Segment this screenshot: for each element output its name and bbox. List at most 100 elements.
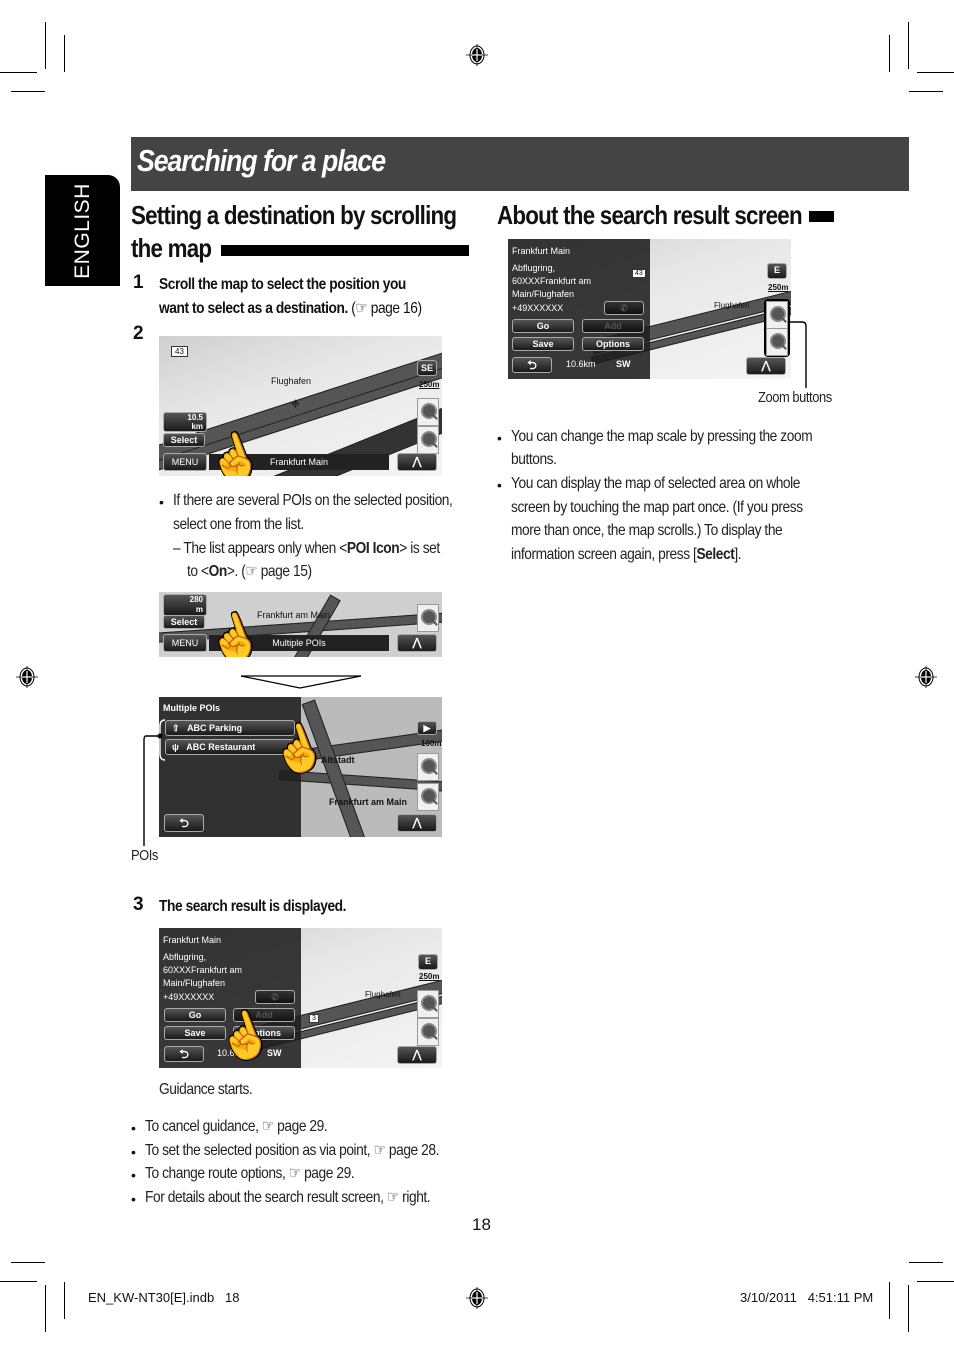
distance-unit: km	[191, 422, 203, 431]
result-address: 60XXXFrankfurt am	[163, 965, 243, 975]
zoom-out-button[interactable]	[417, 1018, 439, 1046]
step1-bold: want to select as a destination.	[159, 300, 348, 317]
result-name: Frankfurt Main	[163, 935, 222, 945]
bullet-dot: •	[159, 494, 164, 510]
crop-mark	[45, 22, 46, 69]
menu-button[interactable]: MENU	[163, 453, 207, 471]
compass-button[interactable]: E	[767, 263, 787, 279]
forward-button[interactable]: ▶	[417, 721, 437, 735]
note-item: To set the selected position as via poin…	[145, 1142, 439, 1159]
registration-mark-icon	[466, 44, 488, 66]
text: > is set	[399, 540, 440, 557]
crop-mark	[908, 1285, 909, 1332]
distance-value: 10.6km	[566, 359, 596, 369]
options-button[interactable]: Options	[582, 337, 644, 351]
nav-screen-search-result: Frankfurt Main Abflugring, 60XXXFrankfur…	[159, 928, 442, 1068]
map-place-label: Flughafen	[365, 990, 401, 999]
parking-icon: ⇧	[172, 723, 180, 733]
text-bold: On	[208, 563, 228, 580]
back-button[interactable]: ⮌	[164, 1046, 204, 1062]
crop-mark	[917, 1281, 954, 1282]
road-badge: 43	[171, 346, 188, 357]
crop-mark	[917, 72, 954, 73]
zoom-out-button[interactable]	[417, 604, 439, 632]
footer-timestamp: 3/10/2011 4:51:11 PM	[740, 1290, 874, 1305]
left-heading-line1: Setting a destination by scrolling	[131, 200, 457, 230]
bullet-dot: •	[131, 1167, 136, 1183]
result-address: Abflugring,	[512, 263, 556, 273]
bullet-text: buttons.	[511, 451, 557, 468]
navigation-button[interactable]: ⋀	[746, 357, 786, 375]
text-bold: Select	[696, 546, 735, 563]
add-button[interactable]: Add	[582, 319, 644, 333]
call-button[interactable]: ✆	[604, 301, 644, 315]
text-bold: POI Icon	[346, 540, 400, 557]
distance-indicator: 280 m	[163, 594, 207, 616]
right-heading: About the search result screen	[497, 200, 803, 230]
distance-unit: m	[195, 605, 203, 614]
section-title-bar: Searching for a place	[131, 137, 909, 191]
zoom-out-button[interactable]	[766, 328, 788, 356]
save-button[interactable]: Save	[512, 337, 574, 351]
step-number: 2	[133, 323, 144, 344]
crop-mark	[909, 1262, 943, 1263]
result-address: Main/Flughafen	[512, 289, 575, 299]
zoom-in-button[interactable]	[417, 398, 439, 426]
crop-mark	[889, 35, 890, 72]
back-button[interactable]: ⮌	[512, 357, 552, 373]
direction-value: SW	[616, 359, 631, 369]
map-scale: 250m	[419, 972, 440, 981]
heading-rule	[809, 211, 834, 222]
bullet-text: You can change the map scale by pressing…	[511, 428, 813, 445]
section-title: Searching for a place	[137, 143, 386, 178]
zoom-buttons-callout-label: Zoom buttons	[758, 389, 832, 406]
zoom-in-button[interactable]	[417, 990, 439, 1018]
result-address: Main/Flughafen	[163, 978, 226, 988]
navigation-button[interactable]: ⋀	[397, 814, 437, 832]
result-name: Frankfurt Main	[512, 246, 571, 256]
distance-value: 280	[189, 595, 203, 604]
navigation-button[interactable]: ⋀	[397, 453, 437, 471]
bullet-dot: •	[497, 477, 502, 493]
text: information screen again, press [	[511, 546, 697, 563]
bullet-text: You can display the map of selected area…	[511, 475, 801, 492]
nav-screen-multiple-pois: 280 m Select Frankfurt am Main MENU Multi…	[159, 592, 442, 657]
distance-indicator: 10.5 km	[163, 412, 207, 432]
registration-mark-icon	[915, 666, 937, 688]
select-button[interactable]: Select	[163, 433, 205, 447]
crop-mark	[45, 1285, 46, 1332]
menu-button[interactable]: MENU	[163, 634, 207, 652]
bullet-dot: •	[497, 430, 502, 446]
zoom-out-button[interactable]	[417, 783, 439, 811]
result-phone: +49XXXXXX	[512, 303, 564, 313]
zoom-in-button[interactable]	[766, 301, 788, 329]
map-place-label: Flughafen	[271, 376, 312, 386]
note-item: For details about the search result scre…	[145, 1189, 431, 1206]
crop-mark	[0, 1281, 37, 1282]
bullet-text: screen by touching the map part once. (I…	[511, 499, 803, 516]
go-button[interactable]: Go	[512, 319, 574, 333]
page-ref-link[interactable]: >. (☞ page 15)	[227, 563, 312, 580]
zoom-out-button[interactable]	[417, 426, 439, 454]
page-ref-link[interactable]: (☞ page 16)	[348, 300, 422, 317]
registration-mark-icon	[16, 666, 38, 688]
crop-mark	[64, 35, 65, 72]
crop-mark	[889, 1282, 890, 1319]
navigation-button[interactable]: ⋀	[397, 1046, 437, 1064]
map-place-label: Frankfurt am Main	[329, 797, 408, 807]
poi-list-header: Multiple POIs	[163, 703, 221, 713]
note-item: To change route options, ☞ page 29.	[145, 1165, 355, 1182]
bullet-text: If there are several POIs on the selecte…	[173, 492, 453, 509]
zoom-in-button[interactable]	[417, 753, 439, 781]
compass-button[interactable]: SE	[417, 360, 437, 376]
bullet-text: select one from the list.	[173, 516, 304, 533]
footer-file: EN_KW-NT30[E].indb 18	[88, 1290, 240, 1305]
registration-mark-icon	[466, 1287, 488, 1309]
text: – The list appears only when <	[173, 540, 347, 557]
compass-button[interactable]: E	[418, 954, 438, 970]
navigation-button[interactable]: ⋀	[397, 634, 437, 652]
step1-text-line2: want to select as a destination. (☞ page…	[159, 297, 422, 321]
back-button[interactable]: ⮌	[164, 814, 204, 832]
nav-screen-poi-list: Multiple POIs ⇧ ABC Parking ψ ABC Restau…	[159, 697, 442, 837]
bullet-dot: •	[131, 1144, 136, 1160]
